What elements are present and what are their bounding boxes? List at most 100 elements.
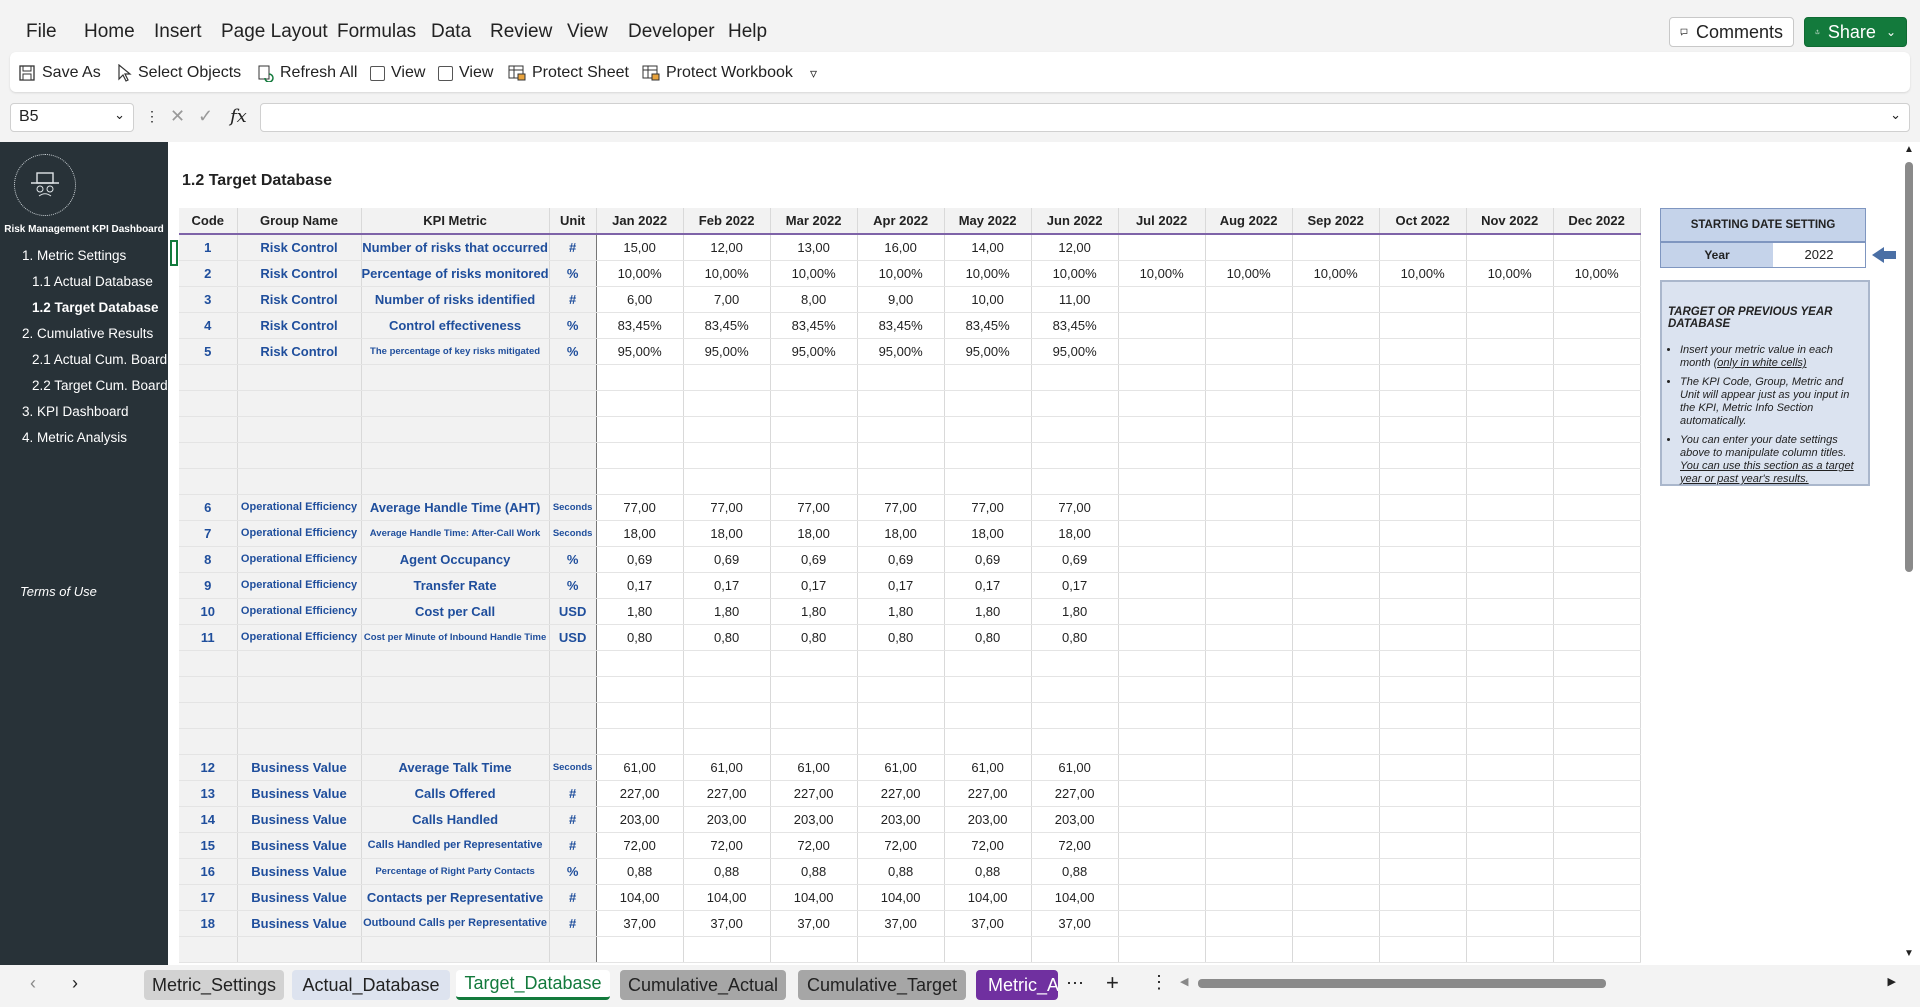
value-cell[interactable]: 10,00% xyxy=(1292,260,1379,286)
value-cell[interactable] xyxy=(1118,650,1205,676)
metric-cell[interactable]: Cost per Minute of Inbound Handle Time xyxy=(361,624,549,650)
value-cell[interactable] xyxy=(1205,858,1292,884)
value-cell[interactable] xyxy=(1466,364,1553,390)
value-cell[interactable] xyxy=(1466,858,1553,884)
value-cell[interactable] xyxy=(1553,754,1640,780)
value-cell[interactable] xyxy=(1553,832,1640,858)
select-objects-button[interactable]: Select Objects xyxy=(116,61,241,85)
metric-cell[interactable]: Control effectiveness xyxy=(361,312,549,338)
value-cell[interactable]: 10,00% xyxy=(596,260,683,286)
value-cell[interactable] xyxy=(1031,468,1118,494)
value-cell[interactable]: 37,00 xyxy=(944,910,1031,936)
save-as-button[interactable]: Save As xyxy=(18,61,101,85)
value-cell[interactable]: 203,00 xyxy=(596,806,683,832)
value-cell[interactable]: 104,00 xyxy=(857,884,944,910)
metric-cell[interactable]: Cost per Call xyxy=(361,598,549,624)
value-cell[interactable]: 72,00 xyxy=(1031,832,1118,858)
menu-file[interactable]: File xyxy=(26,21,57,43)
code-cell[interactable]: 15 xyxy=(179,832,237,858)
value-cell[interactable] xyxy=(944,702,1031,728)
share-button[interactable]: Share ⌄ xyxy=(1804,17,1907,47)
nav-kpi-dashboard[interactable]: 3. KPI Dashboard xyxy=(22,404,129,419)
value-cell[interactable]: 0,80 xyxy=(770,624,857,650)
value-cell[interactable]: 0,69 xyxy=(1031,546,1118,572)
value-cell[interactable] xyxy=(770,390,857,416)
value-cell[interactable] xyxy=(1292,936,1379,962)
value-cell[interactable]: 10,00% xyxy=(770,260,857,286)
value-cell[interactable] xyxy=(1292,572,1379,598)
value-cell[interactable]: 203,00 xyxy=(770,806,857,832)
value-cell[interactable]: 95,00% xyxy=(857,338,944,364)
value-cell[interactable] xyxy=(1379,806,1466,832)
value-cell[interactable] xyxy=(770,936,857,962)
value-cell[interactable] xyxy=(857,728,944,754)
value-cell[interactable]: 61,00 xyxy=(1031,754,1118,780)
value-cell[interactable] xyxy=(1031,416,1118,442)
value-cell[interactable] xyxy=(1379,858,1466,884)
value-cell[interactable]: 12,00 xyxy=(683,234,770,260)
value-cell[interactable] xyxy=(1292,390,1379,416)
value-cell[interactable] xyxy=(1118,624,1205,650)
value-cell[interactable]: 37,00 xyxy=(857,910,944,936)
value-cell[interactable]: 10,00 xyxy=(944,286,1031,312)
value-cell[interactable] xyxy=(1292,546,1379,572)
metric-cell[interactable] xyxy=(361,364,549,390)
value-cell[interactable]: 83,45% xyxy=(944,312,1031,338)
value-cell[interactable] xyxy=(1466,832,1553,858)
value-cell[interactable] xyxy=(1292,598,1379,624)
value-cell[interactable]: 95,00% xyxy=(683,338,770,364)
metric-cell[interactable]: Transfer Rate xyxy=(361,572,549,598)
unit-cell[interactable]: % xyxy=(549,312,596,338)
value-cell[interactable] xyxy=(1379,286,1466,312)
value-cell[interactable]: 1,80 xyxy=(857,598,944,624)
value-cell[interactable] xyxy=(683,468,770,494)
value-cell[interactable] xyxy=(944,650,1031,676)
unit-cell[interactable] xyxy=(549,676,596,702)
value-cell[interactable] xyxy=(1553,624,1640,650)
value-cell[interactable]: 83,45% xyxy=(857,312,944,338)
group-cell[interactable]: Business Value xyxy=(237,754,361,780)
value-cell[interactable]: 1,80 xyxy=(1031,598,1118,624)
formula-input[interactable]: ⌄ xyxy=(260,103,1910,132)
value-cell[interactable] xyxy=(683,390,770,416)
value-cell[interactable]: 72,00 xyxy=(683,832,770,858)
value-cell[interactable]: 104,00 xyxy=(683,884,770,910)
menu-insert[interactable]: Insert xyxy=(154,21,202,43)
value-cell[interactable] xyxy=(1031,702,1118,728)
value-cell[interactable]: 11,00 xyxy=(1031,286,1118,312)
metric-cell[interactable]: Agent Occupancy xyxy=(361,546,549,572)
code-cell[interactable] xyxy=(179,390,237,416)
value-cell[interactable] xyxy=(1292,442,1379,468)
scroll-down-icon[interactable]: ▼ xyxy=(1904,948,1914,959)
terms-of-use-link[interactable]: Terms of Use xyxy=(20,584,97,599)
value-cell[interactable] xyxy=(857,936,944,962)
value-cell[interactable] xyxy=(1205,884,1292,910)
menu-data[interactable]: Data xyxy=(431,21,471,43)
function-icon[interactable]: fx xyxy=(230,106,247,127)
value-cell[interactable]: 83,45% xyxy=(1031,312,1118,338)
value-cell[interactable] xyxy=(1553,572,1640,598)
share-chevron-icon[interactable]: ⌄ xyxy=(1886,25,1896,39)
value-cell[interactable]: 77,00 xyxy=(770,494,857,520)
value-cell[interactable] xyxy=(1118,806,1205,832)
value-cell[interactable] xyxy=(1118,676,1205,702)
value-cell[interactable] xyxy=(1205,416,1292,442)
unit-cell[interactable]: % xyxy=(549,260,596,286)
value-cell[interactable] xyxy=(857,702,944,728)
value-cell[interactable]: 61,00 xyxy=(944,754,1031,780)
code-cell[interactable]: 7 xyxy=(179,520,237,546)
menu-developer[interactable]: Developer xyxy=(628,21,715,43)
value-cell[interactable] xyxy=(1118,520,1205,546)
value-cell[interactable] xyxy=(1466,884,1553,910)
value-cell[interactable] xyxy=(1292,416,1379,442)
add-sheet-icon[interactable]: + xyxy=(1106,970,1119,996)
group-cell[interactable] xyxy=(237,702,361,728)
value-cell[interactable] xyxy=(1292,754,1379,780)
value-cell[interactable] xyxy=(1553,806,1640,832)
value-cell[interactable]: 18,00 xyxy=(683,520,770,546)
value-cell[interactable] xyxy=(1205,676,1292,702)
scroll-up-icon[interactable]: ▲ xyxy=(1904,144,1914,155)
value-cell[interactable] xyxy=(1118,936,1205,962)
value-cell[interactable] xyxy=(1553,936,1640,962)
view-checkbox-2[interactable]: View xyxy=(438,61,493,85)
